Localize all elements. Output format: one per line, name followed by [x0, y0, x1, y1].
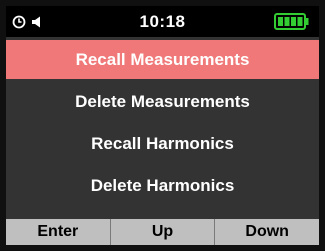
battery-full-icon	[274, 13, 309, 30]
clock-time: 10:18	[139, 12, 186, 31]
menu-item-delete-measurements[interactable]: Delete Measurements	[6, 82, 319, 121]
softkey-bar: Enter Up Down	[6, 219, 319, 245]
menu-item-recall-harmonics[interactable]: Recall Harmonics	[6, 124, 319, 163]
menu-list: Recall Measurements Delete Measurements …	[6, 40, 319, 208]
device-frame: 10:18 Recall Measurements Delete Measure…	[0, 0, 325, 251]
screen: 10:18 Recall Measurements Delete Measure…	[6, 6, 319, 245]
enter-softkey[interactable]: Enter	[6, 219, 110, 245]
down-softkey[interactable]: Down	[214, 219, 319, 245]
up-softkey[interactable]: Up	[109, 219, 215, 245]
menu-item-delete-harmonics[interactable]: Delete Harmonics	[6, 166, 319, 205]
status-bar: 10:18	[6, 6, 319, 37]
menu-item-recall-measurements[interactable]: Recall Measurements	[6, 40, 319, 79]
